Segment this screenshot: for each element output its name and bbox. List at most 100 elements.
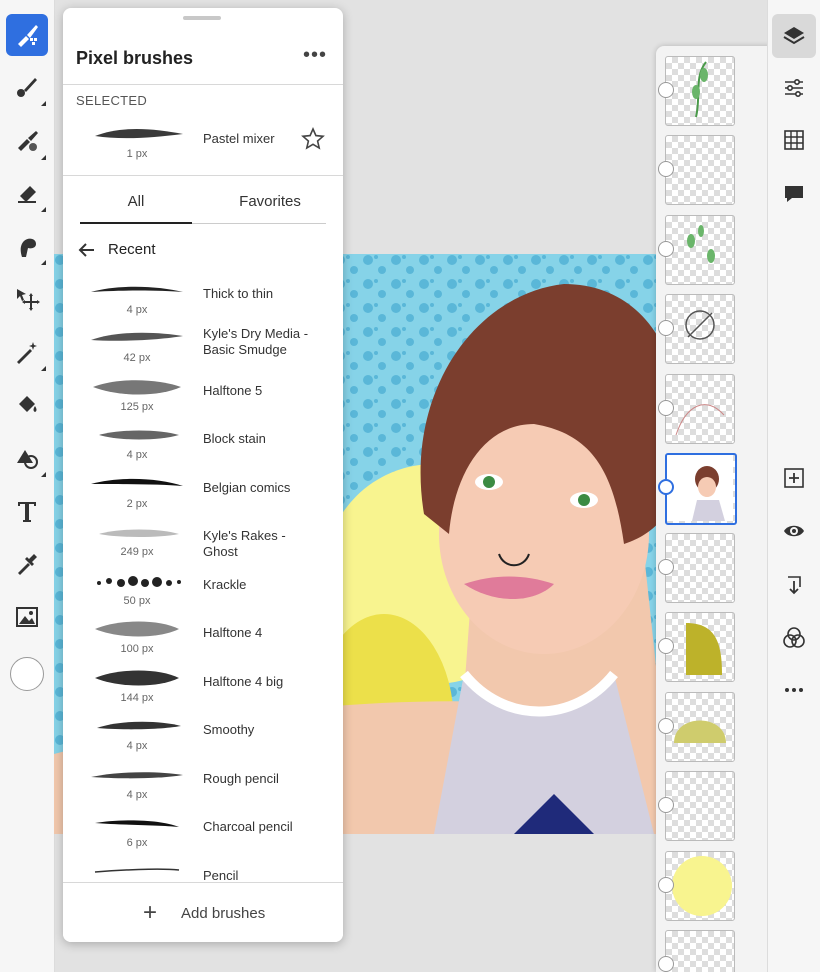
layer-thumbnail-selected[interactable] [665,453,737,525]
brush-size-label: 50 px [123,595,151,607]
submenu-indicator [41,366,46,371]
brush-size-label: 144 px [120,692,154,704]
more-icon[interactable] [772,668,816,712]
layer-handle[interactable] [658,638,674,654]
brush-stroke-preview [95,621,179,637]
layer-handle-selected[interactable] [658,479,674,495]
layer-handle[interactable] [658,956,674,972]
visibility-icon[interactable] [772,509,816,553]
grid-icon[interactable] [772,118,816,162]
brush-size-label: 125 px [120,401,154,413]
eyedropper-icon[interactable] [6,543,48,585]
divider [63,84,343,85]
layer-thumbnail[interactable] [665,692,735,762]
list-item[interactable]: 50 px Krackle [63,567,343,615]
back-arrow-icon[interactable] [77,240,97,260]
blend-modes-icon[interactable] [772,616,816,660]
brush-name: Belgian comics [203,480,291,495]
ellipsis-icon[interactable]: ••• [303,44,327,67]
mixer-brush-icon[interactable] [6,120,48,162]
tab-all[interactable]: All [80,193,192,210]
layer-handle[interactable] [658,718,674,734]
adjustments-icon[interactable] [772,66,816,110]
brush-stroke-preview [91,478,183,486]
brush-size-label: 1 px [126,148,148,160]
fill-icon[interactable] [6,384,48,426]
brush-size-label: 4 px [126,740,148,752]
layer-thumbnail[interactable] [665,215,735,285]
list-item[interactable]: 4 px Rough pencil [63,761,343,809]
brush-size-label: 6 px [126,837,148,849]
submenu-indicator [41,260,46,265]
list-item[interactable]: 100 px Halftone 4 [63,615,343,663]
brush-stroke-preview [94,868,180,873]
brush-name: Kyle's Rakes - Ghost [203,528,286,559]
add-brushes-button[interactable]: + Add brushes [63,882,343,942]
layer-thumbnail[interactable] [665,612,735,682]
merge-down-icon[interactable] [772,563,816,607]
brush-stroke-preview [99,430,179,440]
list-item[interactable]: 6 px Charcoal pencil [63,809,343,857]
list-item[interactable]: 4 px Thick to thin [63,276,343,324]
layer-handle[interactable] [658,797,674,813]
recent-label: Recent [108,241,156,258]
panel-title: Pixel brushes [76,48,194,68]
move-icon[interactable] [6,278,48,320]
list-item[interactable]: 144 px Halftone 4 big [63,664,343,712]
brush-name: Rough pencil [203,771,279,786]
layer-thumbnail[interactable] [665,851,735,921]
shape-icon[interactable] [6,437,48,479]
brush-name: Charcoal pencil [203,819,293,834]
layer-thumbnail[interactable] [665,533,735,603]
list-item[interactable]: 249 px Kyle's Rakes - Ghost [63,518,343,566]
layer-thumbnail[interactable] [665,930,735,972]
list-item[interactable]: 4 px Block stain [63,421,343,469]
layer-handle[interactable] [658,161,674,177]
color-swatch[interactable] [10,657,44,691]
image-icon[interactable] [6,596,48,638]
layer-handle[interactable] [658,559,674,575]
layer-thumbnail[interactable] [665,374,735,444]
layer-handle[interactable] [658,241,674,257]
divider [63,175,343,176]
layer-thumbnail[interactable] [665,771,735,841]
add-layer-icon[interactable] [772,456,816,500]
layer-thumbnail[interactable] [665,294,735,364]
layers-icon[interactable] [772,14,816,58]
layer-thumbnail[interactable] [665,56,735,126]
layer-thumbnail[interactable] [665,135,735,205]
plus-icon: + [143,899,158,926]
list-item[interactable]: 125 px Halftone 5 [63,373,343,421]
list-item[interactable]: 2 px Belgian comics [63,470,343,518]
brush-size-label: 42 px [123,352,151,364]
live-brush-icon[interactable] [6,66,48,108]
pixel-brushes-panel: Pixel brushes ••• SELECTED 1 px Pastel m… [63,8,343,942]
brush-name: Thick to thin [203,286,274,301]
comment-icon[interactable] [772,172,816,216]
layer-handle[interactable] [658,877,674,893]
brush-name: Block stain [203,431,266,446]
layer-handle[interactable] [658,400,674,416]
brush-stroke-preview [91,286,183,292]
tab-active-indicator [80,222,192,224]
tab-favorites[interactable]: Favorites [214,193,326,210]
submenu-indicator [41,155,46,160]
brush-stroke-preview [99,529,179,537]
list-item[interactable]: 42 px Kyle's Dry Media - Basic Smudge [63,324,343,372]
eraser-icon[interactable] [6,172,48,214]
brush-name: Halftone 4 big [203,674,284,689]
add-brushes-label: Add brushes [181,905,266,922]
pixel-brush-icon[interactable] [6,14,48,56]
brush-stroke-preview [93,380,181,395]
brush-size-label: 100 px [120,643,154,655]
text-icon[interactable] [6,490,48,532]
magic-wand-icon[interactable] [6,331,48,373]
brush-size-label: 4 px [126,304,148,316]
layer-handle[interactable] [658,82,674,98]
smudge-icon[interactable] [6,225,48,267]
list-item[interactable]: 4 px Smoothy [63,712,343,760]
layer-handle[interactable] [658,320,674,336]
brush-stroke-preview [95,820,179,827]
drag-handle[interactable] [183,16,221,20]
star-icon[interactable] [301,127,325,151]
